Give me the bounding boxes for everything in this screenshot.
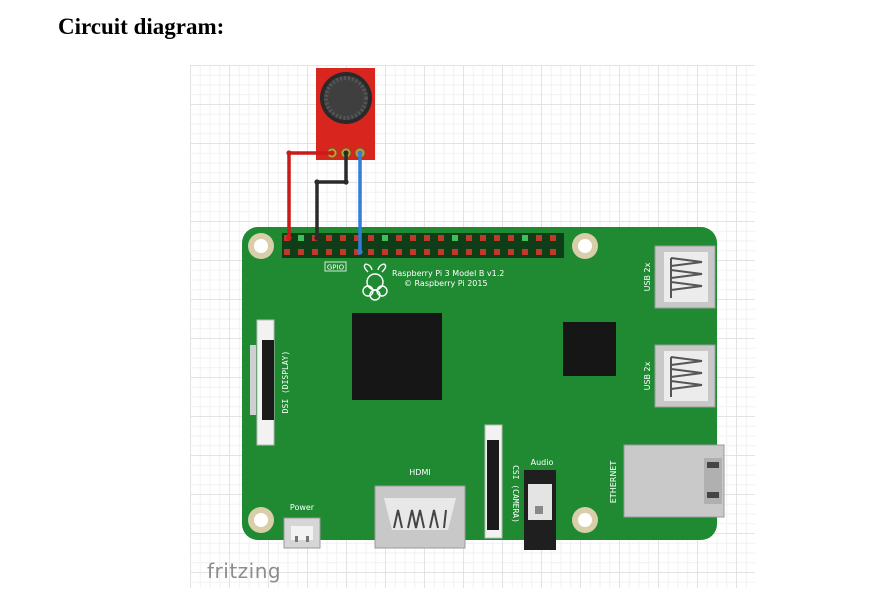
ethernet-port [623, 444, 725, 518]
gpio-pin [312, 249, 318, 255]
power-micro-usb-port [283, 517, 321, 549]
gpio-pin [466, 249, 472, 255]
gpio-label: GPIO [327, 264, 345, 272]
gpio-pin [326, 235, 332, 241]
gpio-pin [340, 249, 346, 255]
gpio-pin [438, 235, 444, 241]
black-wire-joint [314, 179, 320, 185]
gpio-pin [550, 235, 556, 241]
gpio-pin [298, 235, 304, 241]
sound-sensor-module [316, 68, 375, 160]
gpio-pin [508, 249, 514, 255]
gpio-pin [452, 235, 458, 241]
gpio-header [282, 233, 564, 258]
gpio-pin [410, 235, 416, 241]
gpio-pin [410, 249, 416, 255]
usb-bottom-label: USB 2x [643, 361, 652, 390]
gpio-pin [480, 235, 486, 241]
board-model-text: Raspberry Pi 3 Model B v1.2 [392, 269, 504, 278]
gpio-pin [452, 249, 458, 255]
red-wire-joint [286, 150, 292, 156]
usb-top-label: USB 2x [643, 262, 652, 291]
gpio-pin [494, 235, 500, 241]
red-wire [287, 151, 332, 238]
gpio-pin [494, 249, 500, 255]
black-wire [315, 153, 348, 238]
fritzing-logo: fritzing [207, 559, 282, 583]
gpio-pin [382, 235, 388, 241]
red-wire-joint [286, 235, 292, 241]
csi-camera-connector [484, 424, 503, 539]
gpio-pin [396, 249, 402, 255]
black-wire-joint [343, 179, 349, 185]
gpio-pin [424, 249, 430, 255]
gpio-pin [424, 235, 430, 241]
main-processor-chip [352, 313, 442, 400]
gpio-pin [284, 249, 290, 255]
audio-jack [524, 470, 556, 550]
usb-port-top [654, 245, 716, 309]
gpio-pin [522, 235, 528, 241]
gpio-pin [550, 249, 556, 255]
gpio-pin [396, 235, 402, 241]
csi-label: CSI (CAMERA) [511, 465, 520, 523]
red-wire-joint [329, 150, 335, 156]
black-wire-joint [314, 235, 320, 241]
audio-label: Audio [531, 458, 554, 467]
hdmi-label: HDMI [409, 468, 430, 477]
gpio-pin [438, 249, 444, 255]
board-copyright-text: © Raspberry Pi 2015 [404, 279, 488, 288]
black-wire-joint [343, 150, 349, 156]
circuit-diagram: GPIO Raspberry Pi 3 Model B v1.2 © Raspb… [242, 68, 725, 550]
gpio-pin [368, 249, 374, 255]
gpio-pin [536, 235, 542, 241]
usb-port-bottom [654, 344, 716, 408]
blue-wire-joint [357, 150, 363, 156]
gpio-pin [480, 249, 486, 255]
gpio-pin [340, 235, 346, 241]
hdmi-port [374, 485, 466, 549]
ethernet-label: ETHERNET [609, 461, 618, 504]
gpio-pin [382, 249, 388, 255]
blue-wire-joint [357, 249, 363, 255]
dsi-label: DSI (DISPLAY) [281, 351, 290, 414]
power-label: Power [290, 503, 315, 512]
gpio-pin [466, 235, 472, 241]
gpio-pin [522, 249, 528, 255]
gpio-pin [536, 249, 542, 255]
gpio-pin [326, 249, 332, 255]
gpio-pin [298, 249, 304, 255]
gpio-pin [508, 235, 514, 241]
usb-controller-chip [563, 322, 616, 376]
gpio-pin [368, 235, 374, 241]
